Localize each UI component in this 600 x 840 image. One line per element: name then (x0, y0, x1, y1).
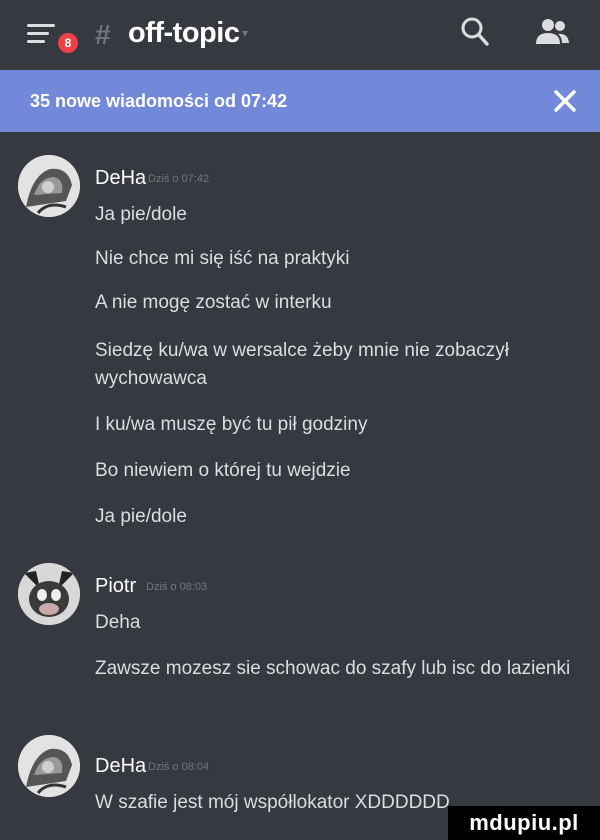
message-timestamp: Dziś o 08:03 (146, 581, 208, 593)
message-text: I ku/wa muszę być tu pił godziny (95, 414, 368, 435)
channel-header: 8 # off-topic ▾ (0, 0, 600, 71)
message-timestamp: Dziś o 07:42 (148, 173, 210, 185)
message-text: Ja pie/dole (95, 506, 187, 527)
message-text: Nie chce mi się iść na praktyki (95, 248, 350, 269)
message-text: Zawsze mozesz sie schowac do szafy lub i… (95, 658, 571, 679)
avatar[interactable] (18, 563, 80, 625)
menu-icon-line (27, 40, 45, 43)
avatar[interactable] (18, 735, 80, 797)
watermark-logo: mdupiu.pl (448, 806, 600, 840)
message-text: Deha (95, 612, 141, 633)
new-messages-text: 35 nowe wiadomości od 07:42 (30, 91, 288, 111)
notification-badge: 8 (55, 30, 81, 56)
hash-icon: # (95, 19, 111, 50)
channel-name[interactable]: off-topic (128, 17, 240, 50)
message-text: Ja pie/dole (95, 204, 187, 225)
chevron-down-icon[interactable]: ▾ (242, 26, 248, 40)
message-text: Siedzę ku/wa w wersalce żeby mnie nie zo… (95, 340, 509, 389)
new-messages-banner[interactable]: 35 nowe wiadomości od 07:42 (0, 70, 600, 132)
message-text: A nie mogę zostać w interku (95, 292, 332, 313)
close-icon[interactable] (552, 88, 578, 114)
search-icon[interactable] (460, 16, 490, 48)
menu-button[interactable]: 8 (27, 20, 81, 56)
message-timestamp: Dziś o 08:04 (148, 761, 210, 773)
menu-icon (27, 24, 55, 27)
author-name[interactable]: DeHa (95, 167, 146, 190)
author-name[interactable]: Piotr (95, 575, 136, 598)
author-name[interactable]: DeHa (95, 755, 146, 778)
members-icon[interactable] (532, 17, 572, 47)
menu-icon-line (27, 32, 49, 35)
avatar[interactable] (18, 155, 80, 217)
message-text: Bo niewiem o której tu wejdzie (95, 460, 351, 481)
